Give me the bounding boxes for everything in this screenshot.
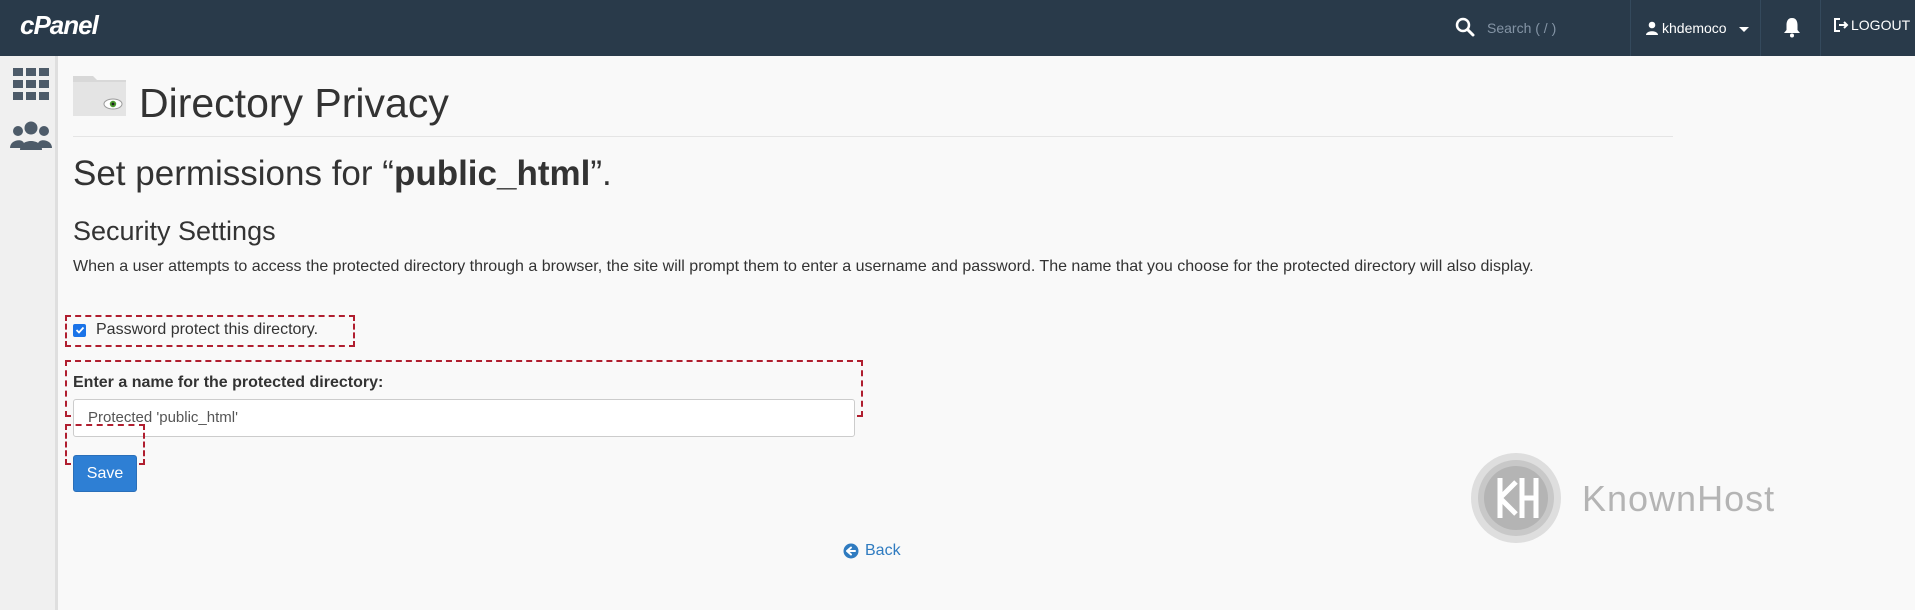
navbar-divider	[1630, 0, 1631, 56]
search-icon	[1455, 17, 1475, 37]
page-header: Directory Privacy	[73, 76, 1673, 137]
knownhost-watermark: KnownHost	[1582, 478, 1776, 519]
users-icon[interactable]	[10, 120, 52, 152]
permissions-heading-suffix: ”.	[590, 154, 612, 193]
sidebar	[0, 56, 58, 610]
logout-icon	[1834, 18, 1849, 32]
back-arrow-icon	[843, 543, 859, 559]
folder-eye-icon	[73, 76, 126, 116]
navbar-divider	[1760, 0, 1761, 56]
password-protect-label: Password protect this directory.	[96, 321, 319, 338]
permissions-heading-prefix: Set permissions for “	[73, 154, 394, 193]
section-description: When a user attempts to access the prote…	[73, 258, 1534, 275]
save-button[interactable]: Save	[73, 455, 137, 492]
checkmark-icon	[75, 326, 84, 334]
directory-name-label: Enter a name for the protected directory…	[73, 374, 384, 391]
apps-grid-icon[interactable]	[13, 68, 49, 100]
username-label: khdemoco	[1662, 20, 1727, 36]
page-title: Directory Privacy	[139, 80, 449, 126]
user-icon	[1646, 21, 1658, 35]
chevron-down-icon	[1738, 26, 1749, 32]
password-protect-option[interactable]: Password protect this directory.	[73, 321, 318, 339]
back-label: Back	[865, 542, 901, 559]
navbar-divider	[1820, 0, 1821, 56]
password-protect-checkbox[interactable]	[73, 323, 86, 337]
top-navbar: cPanel khdemoco LOGOUT	[0, 0, 1915, 56]
section-title: Security Settings	[73, 216, 276, 246]
search-input[interactable]	[1485, 15, 1619, 41]
search-box[interactable]	[1455, 15, 1625, 41]
logout-button[interactable]: LOGOUT	[1833, 17, 1910, 33]
back-link[interactable]: Back	[843, 542, 901, 560]
cpanel-logo[interactable]: cPanel	[20, 10, 99, 41]
permissions-heading: Set permissions for “public_html”.	[73, 154, 612, 194]
knownhost-logo-icon	[1471, 453, 1561, 543]
directory-name-input[interactable]: Protected 'public_html'	[73, 399, 855, 437]
logout-label: LOGOUT	[1851, 17, 1911, 33]
notifications-bell-icon[interactable]	[1782, 16, 1802, 38]
directory-name: public_html	[393, 154, 591, 193]
user-menu[interactable]: khdemoco	[1645, 17, 1749, 39]
